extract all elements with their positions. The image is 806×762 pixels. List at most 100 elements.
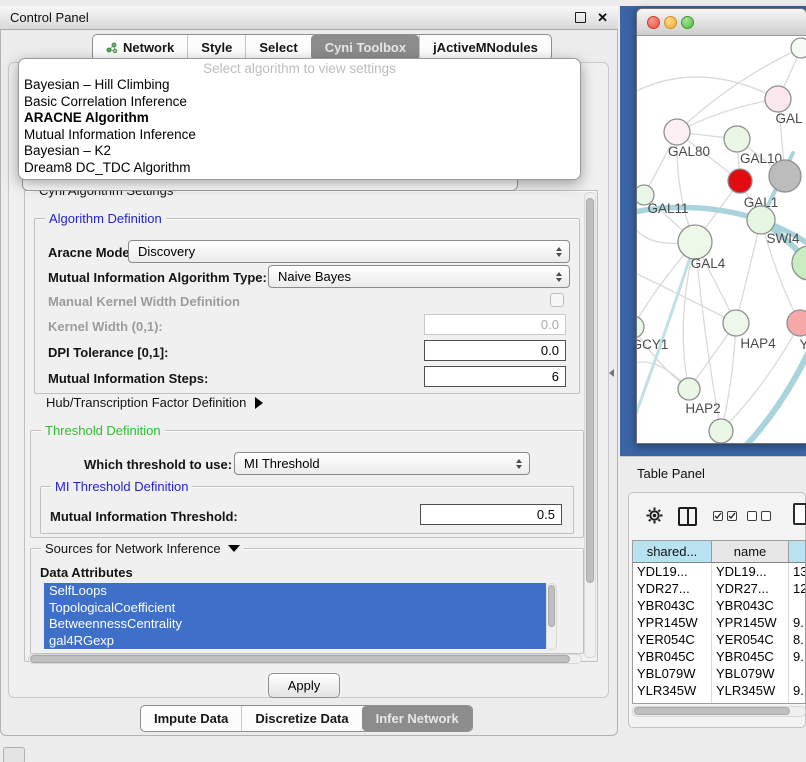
- column-header-shared-name[interactable]: shared...: [633, 541, 712, 562]
- aracne-mode-combobox[interactable]: Discovery: [128, 240, 570, 263]
- corner-button[interactable]: [3, 747, 25, 762]
- algorithm-option[interactable]: Bayesian – K2: [19, 143, 580, 160]
- float-window-icon[interactable]: [575, 12, 586, 23]
- network-node-hap2[interactable]: [678, 378, 700, 400]
- attribute-item[interactable]: BetweennessCentrality: [44, 616, 546, 633]
- table-cell[interactable]: 13: [789, 563, 806, 580]
- table-cell[interactable]: YBR045C: [712, 648, 789, 665]
- algorithm-option[interactable]: Bayesian – Hill Climbing: [19, 77, 580, 94]
- tab-jactivemnodules[interactable]: jActiveMNodules: [419, 35, 551, 60]
- table-cell[interactable]: 9.: [789, 614, 806, 631]
- network-node-gal-partial[interactable]: [765, 86, 791, 112]
- table-cell[interactable]: YIL053C: [633, 699, 712, 704]
- tab-select[interactable]: Select: [245, 35, 310, 60]
- attribute-item[interactable]: TopologicalCoefficient: [44, 600, 546, 617]
- network-edge[interactable]: [721, 323, 736, 431]
- table-row[interactable]: YLR345WYLR345W9.: [633, 682, 805, 699]
- split-view-icon[interactable]: [678, 507, 697, 526]
- table-cell[interactable]: YBR043C: [633, 597, 712, 614]
- table-row[interactable]: YDR27...YDR27...12: [633, 580, 805, 597]
- network-edge[interactable]: [736, 220, 761, 323]
- algorithm-option[interactable]: Basic Correlation Inference: [19, 94, 580, 111]
- table-cell[interactable]: YLR345W: [633, 682, 712, 699]
- table-cell[interactable]: YER054C: [712, 631, 789, 648]
- table-row[interactable]: YDL19...YDL19...13: [633, 563, 805, 580]
- table-row[interactable]: YPR145WYPR145W9.: [633, 614, 805, 631]
- table-cell[interactable]: [789, 665, 806, 682]
- table-cell[interactable]: YLR345W: [712, 682, 789, 699]
- settings-vertical-scrollbar-thumb[interactable]: [586, 198, 594, 583]
- partial-toolbar-icon[interactable]: [793, 503, 806, 525]
- deselect-all-columns-icon[interactable]: [747, 511, 771, 521]
- column-header-name[interactable]: name: [712, 541, 789, 562]
- table-horizontal-scrollbar-thumb[interactable]: [634, 707, 790, 715]
- table-cell[interactable]: 12: [789, 580, 806, 597]
- network-node-hap4[interactable]: [723, 310, 749, 336]
- table-cell[interactable]: 9.: [789, 648, 806, 665]
- table-cell[interactable]: 9: [789, 699, 806, 704]
- table-cell[interactable]: 9.: [789, 682, 806, 699]
- network-edge[interactable]: [677, 99, 778, 132]
- mi-steps-field[interactable]: 6: [424, 366, 566, 387]
- table-row[interactable]: YBL079WYBL079W: [633, 665, 805, 682]
- table-cell[interactable]: YDL19...: [633, 563, 712, 580]
- close-traffic-light[interactable]: [647, 16, 660, 29]
- settings-horizontal-scrollbar-thumb[interactable]: [30, 655, 570, 663]
- network-node-gal80[interactable]: [664, 119, 690, 145]
- network-node-unlabeled-gray[interactable]: [769, 160, 801, 192]
- select-all-columns-icon[interactable]: [713, 511, 737, 521]
- table-row[interactable]: YBR043CYBR043C: [633, 597, 805, 614]
- dpi-tolerance-field[interactable]: 0.0: [424, 340, 566, 361]
- tab-style[interactable]: Style: [187, 35, 245, 60]
- network-node-swi4[interactable]: [747, 206, 775, 234]
- table-cell[interactable]: YBL079W: [633, 665, 712, 682]
- attribute-item[interactable]: gal4RGexp: [44, 633, 546, 650]
- apply-button[interactable]: Apply: [268, 673, 340, 698]
- table-cell[interactable]: YDL19...: [712, 563, 789, 580]
- table-cell[interactable]: YPR145W: [633, 614, 712, 631]
- sources-toggle[interactable]: Sources for Network Inference: [41, 541, 244, 556]
- table-cell[interactable]: YBL079W: [712, 665, 789, 682]
- which-threshold-combobox[interactable]: MI Threshold: [234, 452, 530, 475]
- table-row[interactable]: YER054CYER054C8.: [633, 631, 805, 648]
- attributes-list-scrollbar-thumb[interactable]: [548, 585, 555, 627]
- table-cell[interactable]: YDR27...: [633, 580, 712, 597]
- column-header-partial[interactable]: [789, 541, 806, 562]
- network-node-gal4[interactable]: [678, 225, 712, 259]
- close-window-icon[interactable]: ✕: [597, 10, 608, 26]
- algorithm-option[interactable]: Mutual Information Inference: [19, 127, 580, 144]
- tab-discretize-data[interactable]: Discretize Data: [241, 706, 361, 731]
- tab-network[interactable]: Network: [93, 35, 187, 60]
- attribute-item[interactable]: SelfLoops: [44, 583, 546, 600]
- hub-definition-toggle[interactable]: Hub/Transcription Factor Definition: [46, 395, 263, 410]
- network-node-unlabeled-bottom[interactable]: [709, 419, 733, 443]
- panel-collapse-arrow[interactable]: [609, 369, 614, 377]
- mi-type-combobox[interactable]: Naive Bayes: [268, 265, 570, 288]
- network-node-gcy1[interactable]: [637, 316, 644, 338]
- tab-cyni-toolbox[interactable]: Cyni Toolbox: [311, 35, 419, 60]
- table-cell[interactable]: YIL053C: [712, 699, 789, 704]
- table-row[interactable]: YIL053CYIL053C9: [633, 699, 805, 704]
- table-cell[interactable]: YDR27...: [712, 580, 789, 597]
- table-cell[interactable]: [789, 597, 806, 614]
- table-cell[interactable]: YBR045C: [633, 648, 712, 665]
- algorithm-option[interactable]: Dream8 DC_TDC Algorithm: [19, 160, 580, 177]
- settings-gear-icon[interactable]: [645, 506, 664, 525]
- tab-impute-data[interactable]: Impute Data: [141, 706, 241, 731]
- mi-threshold-field[interactable]: 0.5: [420, 504, 562, 525]
- network-canvas[interactable]: GALGAL80GAL10GAL1GAL11SWI4GAL4GCY1HAP4YH…: [637, 35, 806, 444]
- network-node-unlabeled-top[interactable]: [791, 38, 806, 58]
- minimize-traffic-light[interactable]: [664, 16, 677, 29]
- algorithm-option[interactable]: ARACNE Algorithm: [19, 110, 580, 127]
- network-node-gal10[interactable]: [724, 126, 750, 152]
- network-edge[interactable]: [637, 77, 778, 99]
- network-node-gal1[interactable]: [728, 169, 752, 193]
- network-node-salmon-partial[interactable]: [787, 310, 806, 336]
- tab-infer-network[interactable]: Infer Network: [362, 706, 472, 731]
- zoom-traffic-light[interactable]: [681, 16, 694, 29]
- table-cell[interactable]: YER054C: [633, 631, 712, 648]
- table-cell[interactable]: 8.: [789, 631, 806, 648]
- table-cell[interactable]: YPR145W: [712, 614, 789, 631]
- table-cell[interactable]: YBR043C: [712, 597, 789, 614]
- table-row[interactable]: YBR045CYBR045C9.: [633, 648, 805, 665]
